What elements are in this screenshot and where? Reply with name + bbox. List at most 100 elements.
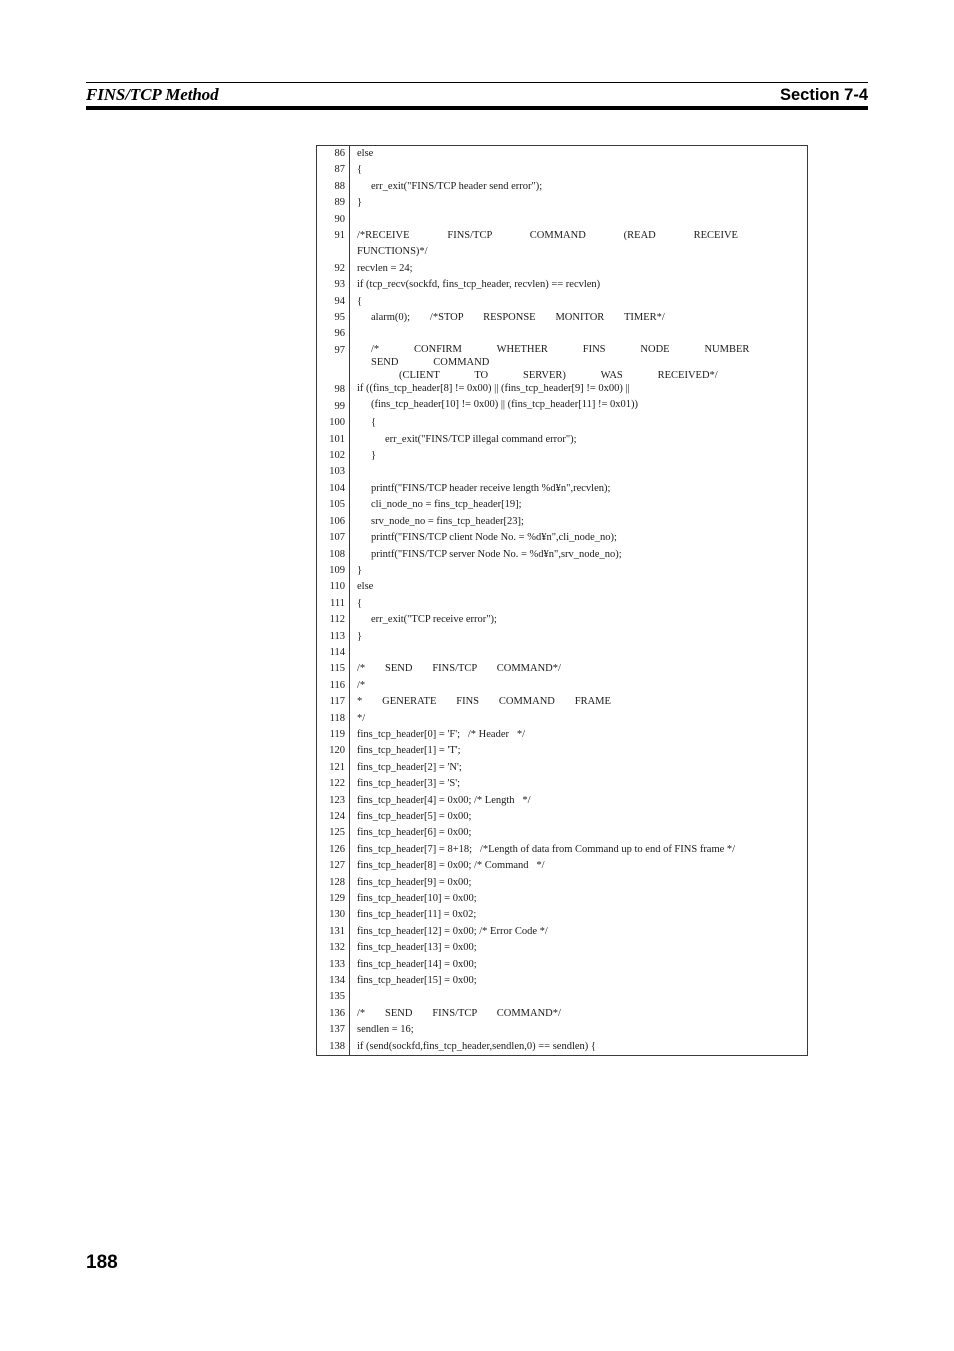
- code-line-number: 101: [329, 433, 345, 445]
- code-line: 109}: [317, 563, 807, 579]
- code-line-number: 121: [329, 761, 345, 773]
- code-line: 97 /* CONFIRM WHETHER FINS NODE NUMBER SE…: [317, 343, 807, 382]
- code-line: 127 fins_tcp_header[8] = 0x00; /* Command…: [317, 858, 807, 874]
- code-line: 96: [317, 326, 807, 342]
- code-line-number: 95: [334, 312, 346, 324]
- code-line-number: 99: [334, 401, 346, 413]
- code-line: 99 (fins_tcp_header[10] != 0x00) || (fins…: [317, 398, 807, 415]
- code-line-text: [349, 989, 807, 1005]
- code-line: 88 err_exit("FINS/TCP header send error")…: [317, 179, 807, 195]
- code-line-text: else: [357, 581, 374, 593]
- code-line-number: 89: [334, 197, 346, 209]
- code-comment-segment: (CLIENT TO SERVER) WAS RECEIVED*/: [399, 369, 718, 381]
- code-line-number: 108: [329, 548, 345, 560]
- code-line-number: 138: [329, 1040, 345, 1052]
- code-line-number: 87: [334, 164, 346, 176]
- code-line-number: 103: [329, 466, 345, 478]
- code-line-text: fins_tcp_header[8] = 0x00; /* Command */: [357, 860, 545, 872]
- code-line-number: 98: [334, 383, 346, 395]
- code-line-number: 117: [329, 696, 345, 708]
- code-line-number: 97: [334, 344, 346, 356]
- code-line: 94 {: [317, 294, 807, 310]
- code-line-text: }: [357, 630, 363, 642]
- code-line: 92 recvlen = 24;: [317, 261, 807, 277]
- code-line-text: printf("FINS/TCP header receive length %…: [371, 482, 611, 494]
- code-line-text: err_exit("FINS/TCP header send error");: [371, 180, 543, 192]
- page-root: { "header": { "title": "FINS/TCP Method"…: [0, 0, 954, 1351]
- code-line: 119 fins_tcp_header[0] = 'F'; /* Header *…: [317, 727, 807, 743]
- code-line-text: /* SEND FINS/TCP COMMAND*/: [357, 1007, 561, 1019]
- code-line-number: 115: [329, 663, 345, 675]
- code-line-text: /* CONFIRM WHETHER FINS NODE NUMBER SEND…: [349, 343, 807, 382]
- code-line-text: fins_tcp_header[6] = 0x00;: [357, 827, 472, 839]
- code-line-text: printf("FINS/TCP server Node No. = %d¥n"…: [371, 548, 622, 560]
- code-listing-box: 86 else 87 {88 err_exit("FINS/TCP header sen…: [316, 145, 808, 1057]
- code-line-text: err_exit("TCP receive error");: [371, 614, 497, 626]
- code-line-number: 100: [329, 417, 345, 429]
- code-line-text: fins_tcp_header[4] = 0x00; /* Length */: [357, 794, 531, 806]
- code-line: 128 fins_tcp_header[9] = 0x00;: [317, 875, 807, 891]
- code-line-text: fins_tcp_header[1] = 'T';: [357, 745, 461, 757]
- code-line-text: fins_tcp_header[15] = 0x00;: [357, 975, 477, 987]
- code-line: 113}: [317, 629, 807, 645]
- code-line: 122 fins_tcp_header[3] = 'S';: [317, 776, 807, 792]
- code-line-number: 94: [334, 295, 346, 307]
- code-line: 115 /* SEND FINS/TCP COMMAND*/: [317, 661, 807, 677]
- code-line: 134 fins_tcp_header[15] = 0x00;: [317, 973, 807, 989]
- code-line-text: /* SEND FINS/TCP COMMAND*/: [357, 663, 561, 675]
- code-line: 100 {: [317, 415, 807, 431]
- code-line-text: [349, 464, 807, 480]
- section-label: Section 7-4: [779, 85, 868, 104]
- code-line: 130 fins_tcp_header[11] = 0x02;: [317, 907, 807, 923]
- code-line-number: 92: [334, 262, 346, 274]
- code-line-number: 88: [334, 180, 346, 192]
- code-line-number: 125: [329, 827, 345, 839]
- code-line-text: [349, 645, 807, 661]
- running-header: FINS/TCP Method Section 7-4: [86, 82, 868, 110]
- code-line-text: /*: [357, 679, 366, 691]
- code-line-number: 130: [329, 909, 345, 921]
- code-line-number: 114: [329, 646, 345, 658]
- code-line: 89}: [317, 195, 807, 211]
- code-line-number: 119: [329, 728, 345, 740]
- code-comment-segment: /* CONFIRM WHETHER FINS NODE NUMBER SEND…: [371, 343, 785, 368]
- code-line-number: 86: [334, 148, 346, 159]
- code-line-number: 90: [334, 213, 346, 225]
- code-line-text: srv_node_no = fins_tcp_header[23];: [371, 515, 524, 527]
- page-title: FINS/TCP Method: [86, 85, 219, 104]
- code-line: 131 fins_tcp_header[12] = 0x00; /* Error …: [317, 924, 807, 940]
- code-line-text: [349, 326, 807, 342]
- code-line-number: 122: [329, 778, 345, 790]
- code-line: 125 fins_tcp_header[6] = 0x00;: [317, 825, 807, 841]
- code-line: 98 if ((fins_tcp_header[8] != 0x00) || (f…: [317, 382, 807, 398]
- running-header-row: FINS/TCP Method Section 7-4: [86, 83, 868, 110]
- code-line: 121 fins_tcp_header[2] = 'N';: [317, 760, 807, 776]
- code-line: 102}: [317, 448, 807, 464]
- code-line-number: 118: [329, 712, 345, 724]
- code-line-text: recvlen = 24;: [357, 262, 413, 274]
- code-line: 123 fins_tcp_header[4] = 0x00; /* Length …: [317, 793, 807, 809]
- code-line-text: /*RECEIVE FINS/TCP COMMAND (READ RECEIVE…: [357, 230, 776, 258]
- code-line-text: }: [357, 564, 363, 576]
- code-line: 114: [317, 645, 807, 661]
- code-line-text: err_exit("FINS/TCP illegal command error…: [385, 433, 577, 445]
- code-line: 116 /*: [317, 678, 807, 694]
- code-line-text: }: [357, 197, 363, 209]
- code-line: 133 fins_tcp_header[14] = 0x00;: [317, 957, 807, 973]
- code-line-number: 106: [329, 515, 345, 527]
- code-line-text: fins_tcp_header[13] = 0x00;: [357, 942, 477, 954]
- code-line: 91 /*RECEIVE FINS/TCP COMMAND (READ RECEI…: [317, 228, 807, 261]
- code-line-text: fins_tcp_header[9] = 0x00;: [357, 876, 472, 888]
- code-line-text: */: [357, 712, 366, 724]
- code-line-number: 134: [329, 975, 345, 987]
- code-line-text: fins_tcp_header[5] = 0x00;: [357, 811, 472, 823]
- code-line-text: fins_tcp_header[2] = 'N';: [357, 761, 462, 773]
- code-line-number: 96: [334, 328, 346, 340]
- code-line-text: else: [357, 148, 374, 159]
- code-line: 107 printf("FINS/TCP client Node No. = %d…: [317, 530, 807, 546]
- code-line: 126 fins_tcp_header[7] = 8+18; /*Length o…: [317, 842, 807, 858]
- code-line: 104 printf("FINS/TCP header receive lengt…: [317, 481, 807, 497]
- code-line-text: fins_tcp_header[3] = 'S';: [357, 778, 461, 790]
- code-line-text: if (send(sockfd,fins_tcp_header,sendlen,…: [357, 1040, 596, 1052]
- code-line-number: 111: [330, 597, 345, 609]
